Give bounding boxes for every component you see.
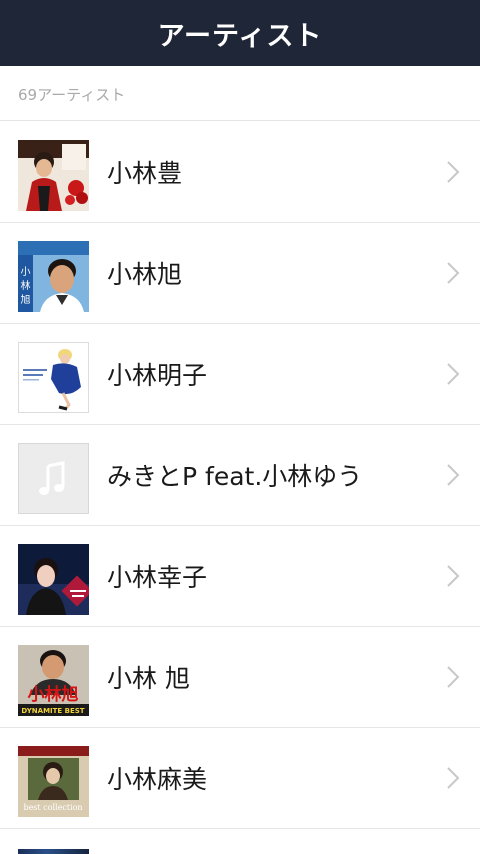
page-title: アーティスト	[157, 20, 323, 52]
artist-count-label: 69アーティスト	[18, 86, 126, 104]
album-cover-icon	[18, 849, 89, 854]
chevron-right-icon	[447, 363, 460, 385]
artist-row[interactable]: 小 林 旭 小林旭	[0, 223, 480, 324]
chevron-right-icon	[447, 262, 460, 284]
artist-row[interactable]: 小林明子	[0, 324, 480, 425]
artist-row[interactable]: みきとP feat.小林ゆう	[0, 425, 480, 526]
album-cover-portrait-icon: 小 林 旭	[18, 241, 89, 312]
artist-name: みきとP feat.小林ゆう	[107, 462, 363, 491]
chevron-right-icon	[447, 767, 460, 789]
svg-text:小: 小	[21, 266, 31, 278]
album-cover-dynamite-icon: 小林旭 DYNAMITE BEST	[18, 645, 89, 716]
cover-title-text: 小林旭	[28, 684, 79, 705]
chevron-right-icon	[447, 666, 460, 688]
app-header: アーティスト	[0, 0, 480, 66]
artist-name: 小林麻美	[107, 765, 208, 794]
artist-name: 小林 旭	[107, 664, 190, 693]
artist-name: 小林幸子	[107, 563, 208, 592]
chevron-right-icon	[447, 161, 460, 183]
artist-name: 小林明子	[107, 361, 208, 390]
artist-list: 小林豊 小 林 旭 小林旭 小林明子 みきとP feat.小林ゆう 小林幸子 小…	[0, 122, 480, 829]
chevron-right-icon	[447, 565, 460, 587]
chevron-right-icon	[447, 464, 460, 486]
artist-row-partial[interactable]	[0, 849, 480, 854]
cover-subtitle-text: DYNAMITE BEST	[21, 707, 84, 715]
artist-count-bar: 69アーティスト	[0, 66, 480, 121]
artist-row[interactable]: 小林旭 DYNAMITE BEST 小林 旭	[0, 627, 480, 728]
artist-row[interactable]: 小林幸子	[0, 526, 480, 627]
artist-name: 小林豊	[107, 159, 183, 188]
album-cover-portrait-icon	[18, 544, 89, 615]
artist-name: 小林旭	[107, 260, 183, 289]
music-note-placeholder-icon	[18, 443, 89, 514]
artist-row[interactable]: 小林豊	[0, 122, 480, 223]
artist-row[interactable]: best collection 小林麻美	[0, 728, 480, 829]
album-cover-best-collection-icon: best collection	[18, 746, 89, 817]
svg-text:旭: 旭	[21, 294, 31, 306]
album-cover-rose-icon	[18, 140, 89, 211]
svg-text:林: 林	[21, 279, 31, 292]
album-cover-figure-icon	[18, 342, 89, 413]
cover-title-text: best collection	[23, 803, 82, 812]
